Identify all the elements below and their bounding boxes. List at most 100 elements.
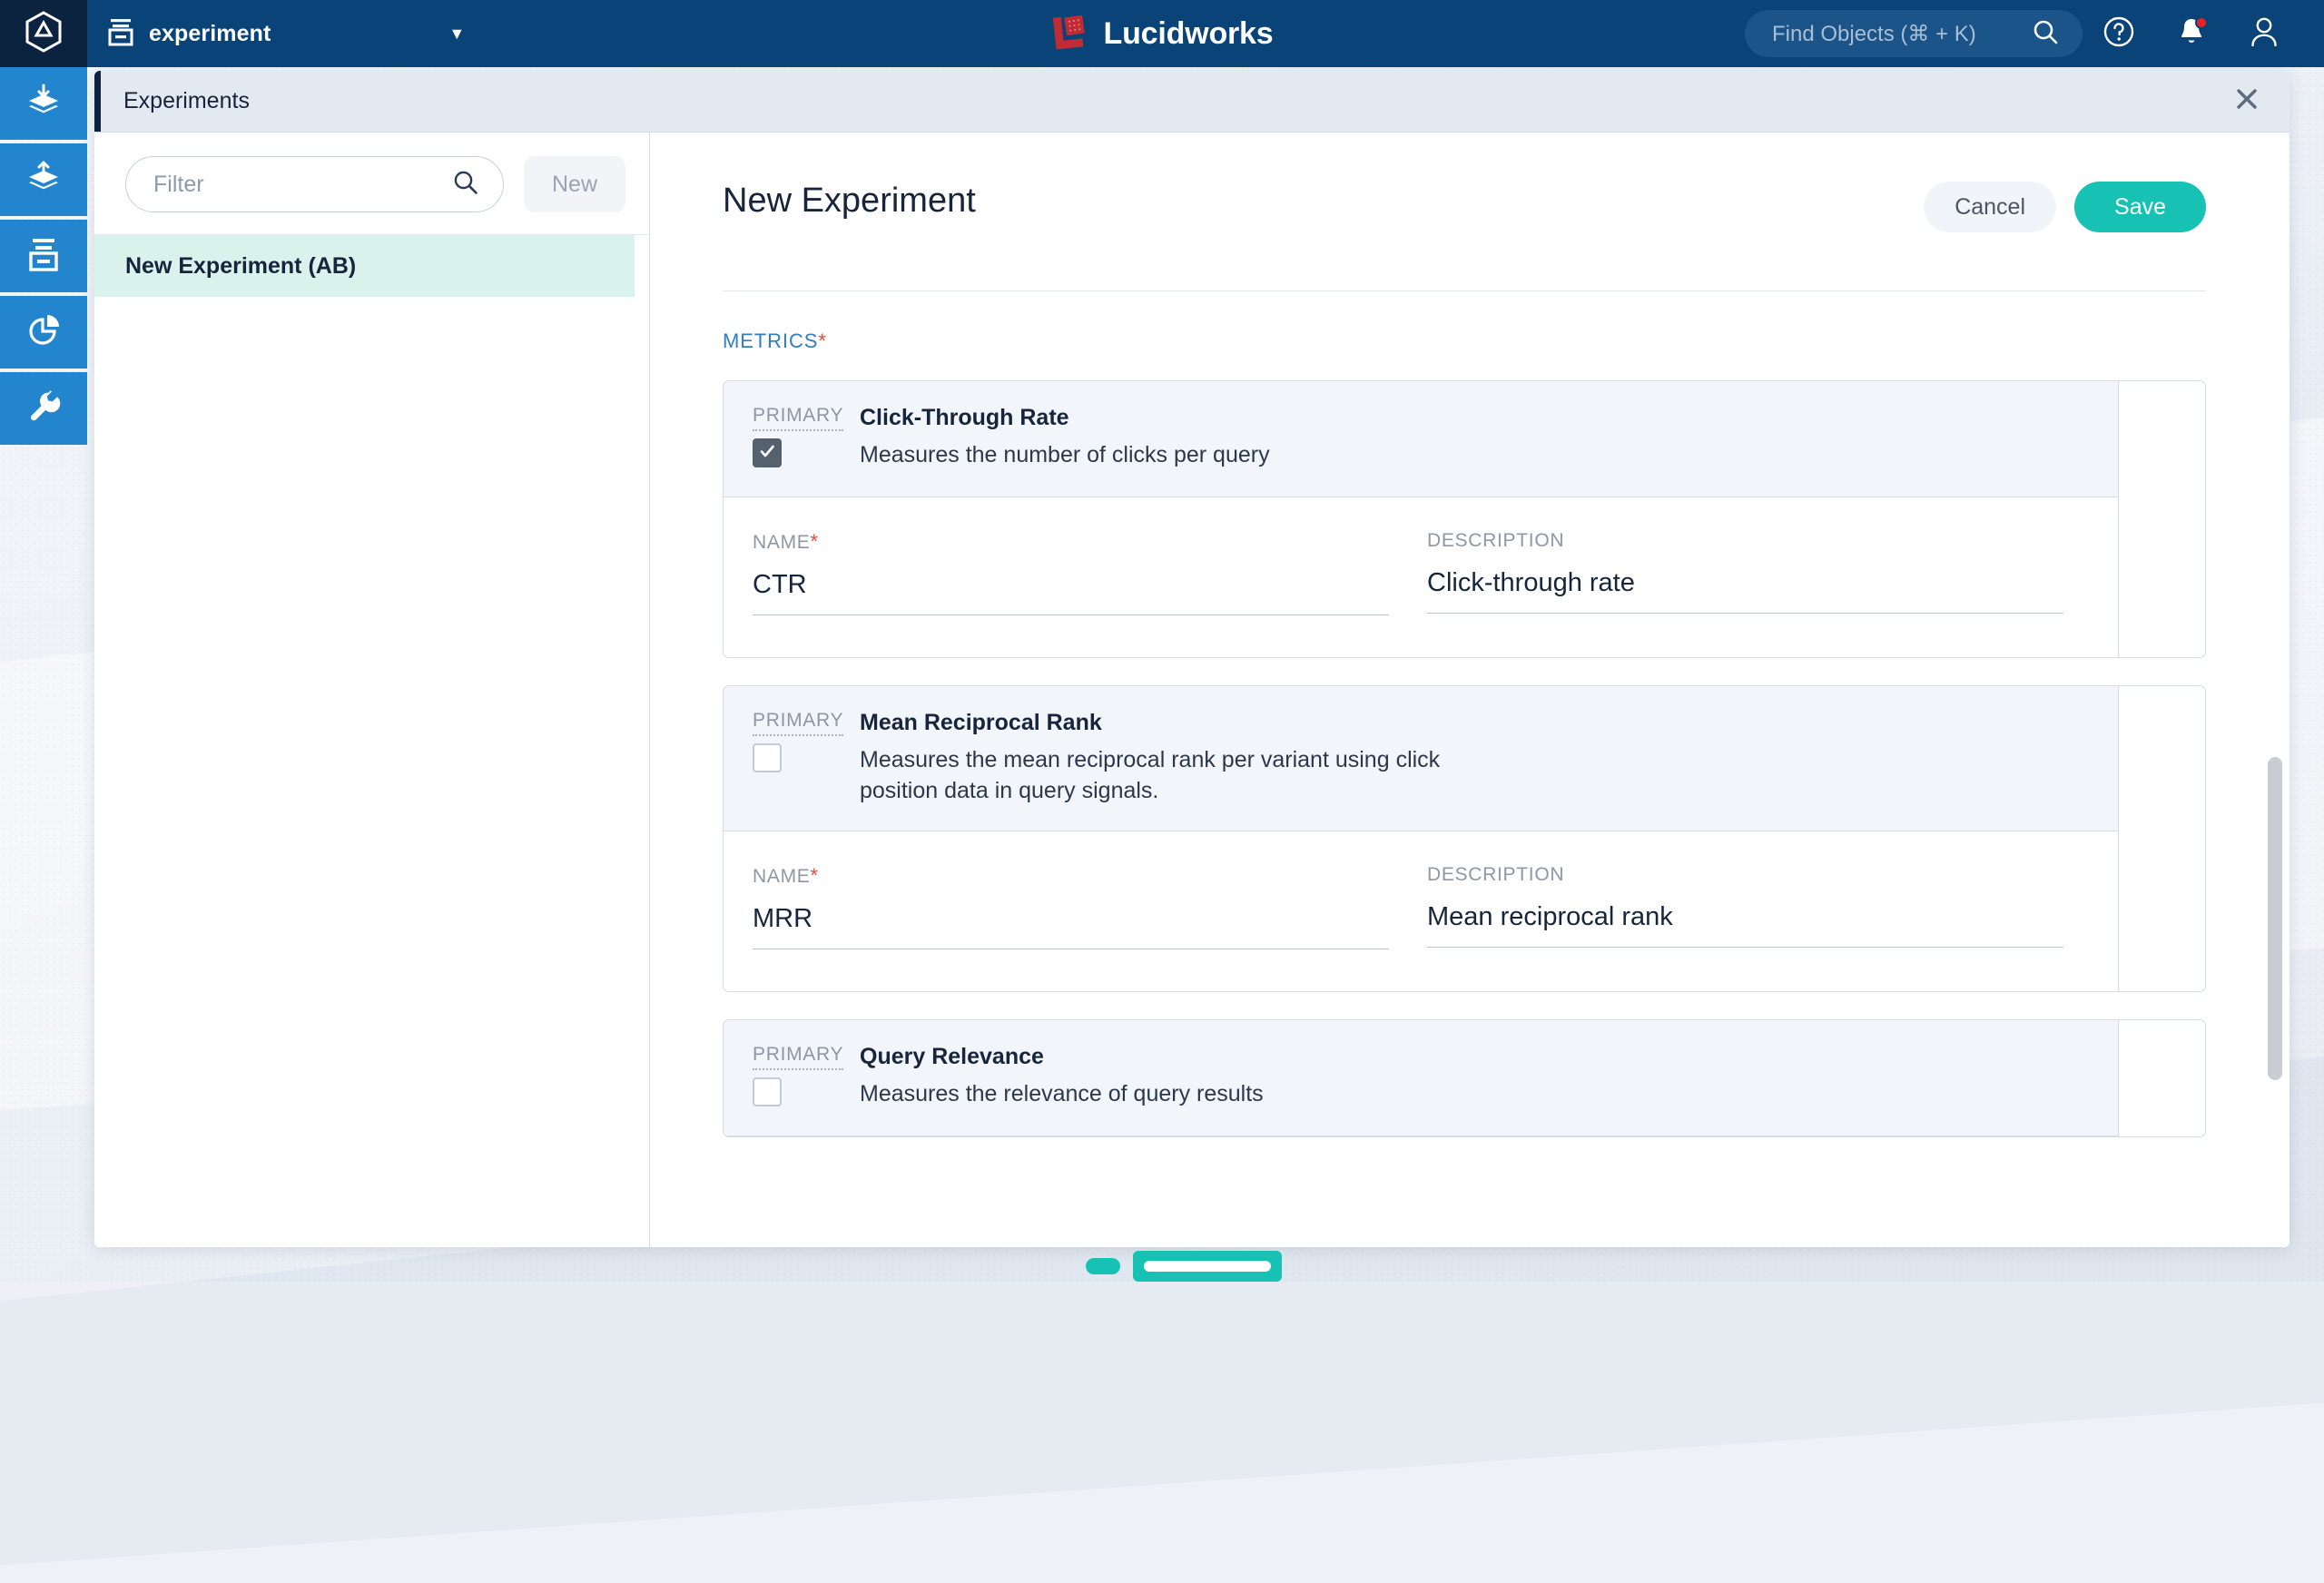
content-vertical-scrollbar[interactable] xyxy=(2268,133,2282,1247)
metric-card-side-actions[interactable] xyxy=(2118,381,2205,657)
experiment-form: New Experiment Cancel Save METRICS* xyxy=(650,133,2290,1137)
name-label: NAME* xyxy=(753,864,1389,888)
header-divider xyxy=(723,290,2206,291)
wrench-icon xyxy=(25,388,63,430)
metric-description: Measures the relevance of query results xyxy=(860,1079,1264,1110)
description-input[interactable]: Click-through rate xyxy=(1427,568,2063,614)
layers-upload-icon xyxy=(24,158,64,202)
floating-pill-button[interactable] xyxy=(1133,1251,1282,1282)
fusion-home-button[interactable] xyxy=(0,0,87,67)
metric-text-block: Click-Through Rate Measures the number o… xyxy=(849,405,1270,473)
notifications-button[interactable] xyxy=(2155,0,2228,67)
lucidworks-mark-icon xyxy=(1051,13,1089,55)
metric-title: Query Relevance xyxy=(860,1044,1264,1070)
check-icon xyxy=(758,442,776,465)
primary-checkbox[interactable] xyxy=(753,743,782,772)
primary-label: PRIMARY xyxy=(753,405,843,431)
modal-title: Experiments xyxy=(123,88,250,114)
metric-description-field: DESCRIPTION Mean reciprocal rank xyxy=(1427,864,2063,949)
metric-field-row: NAME* CTR DESCRIPTION Click-through rate xyxy=(724,497,2118,657)
name-label-text: NAME xyxy=(753,866,810,887)
primary-label: PRIMARY xyxy=(753,710,843,736)
help-circle-icon xyxy=(2102,15,2135,53)
primary-checkbox[interactable] xyxy=(753,1077,782,1106)
sidebar-item-querying[interactable] xyxy=(0,143,87,216)
form-actions: Cancel Save xyxy=(1924,182,2206,232)
user-avatar-icon xyxy=(2249,15,2280,53)
metric-name-field: NAME* CTR xyxy=(753,530,1389,615)
experiments-list: New Experiment (AB) xyxy=(94,235,649,1247)
cancel-button[interactable]: Cancel xyxy=(1924,182,2056,232)
close-button[interactable] xyxy=(2231,86,2262,117)
name-label: NAME* xyxy=(753,530,1389,554)
search-icon xyxy=(2032,18,2059,50)
modal-body: Filter New New Experiment (AB) xyxy=(94,133,2290,1247)
metric-field-row: NAME* MRR DESCRIPTION Mean reciprocal ra… xyxy=(724,831,2118,991)
metric-text-block: Mean Reciprocal Rank Measures the mean r… xyxy=(849,710,1495,807)
detail-header: New Experiment Cancel Save xyxy=(723,172,2206,232)
save-button[interactable]: Save xyxy=(2074,182,2206,232)
modal-header: Experiments xyxy=(94,71,2290,133)
description-label: DESCRIPTION xyxy=(1427,864,2063,886)
metric-description: Measures the mean reciprocal rank per va… xyxy=(860,745,1495,807)
description-label: DESCRIPTION xyxy=(1427,530,2063,552)
name-input[interactable]: MRR xyxy=(753,904,1389,949)
help-button[interactable] xyxy=(2083,0,2155,67)
metric-card-header: PRIMARY Mean Reciprocal Rank Measures th… xyxy=(724,686,2118,831)
notification-badge-dot xyxy=(2195,16,2208,29)
new-button-label: New xyxy=(552,172,597,198)
chevron-down-icon[interactable]: ▼ xyxy=(448,25,465,42)
metrics-section-label: METRICS* xyxy=(723,329,2206,353)
metric-title: Mean Reciprocal Rank xyxy=(860,710,1495,736)
top-navigation-bar: experiment ▼ Lucidworks Find Objects (⌘ … xyxy=(0,0,2324,67)
list-item[interactable]: New Experiment (AB) xyxy=(94,235,635,297)
required-asterisk: * xyxy=(818,329,826,352)
app-name-label: experiment xyxy=(149,21,271,47)
metric-description-field: DESCRIPTION Click-through rate xyxy=(1427,530,2063,615)
sidebar-item-indexing[interactable] xyxy=(0,67,87,140)
new-experiment-button[interactable]: New xyxy=(524,156,625,212)
metric-card: PRIMARY Mean Reciprocal Rank Measures th… xyxy=(723,685,2206,992)
sidebar-item-experiments[interactable] xyxy=(0,220,87,292)
metric-card-main: PRIMARY Query Relevance Measures the rel… xyxy=(724,1020,2118,1136)
list-toolbar: Filter New xyxy=(94,133,649,235)
find-objects-search[interactable]: Find Objects (⌘ + K) xyxy=(1745,10,2083,57)
name-label-text: NAME xyxy=(753,532,810,553)
primary-toggle-group: PRIMARY xyxy=(753,405,849,473)
bottom-floating-control[interactable] xyxy=(1086,1251,1282,1282)
required-asterisk: * xyxy=(810,530,818,553)
primary-toggle-group: PRIMARY xyxy=(753,710,849,807)
metric-card-side-actions[interactable] xyxy=(2118,1020,2205,1136)
experiment-detail-pane: New Experiment Cancel Save METRICS* xyxy=(650,133,2290,1247)
experiments-modal: Experiments Filter xyxy=(94,71,2290,1247)
metric-card-header: PRIMARY Click-Thr xyxy=(724,381,2118,497)
account-button[interactable] xyxy=(2228,0,2300,67)
description-input[interactable]: Mean reciprocal rank xyxy=(1427,902,2063,948)
filter-input[interactable]: Filter xyxy=(125,156,504,212)
sidebar-item-tools[interactable] xyxy=(0,372,87,445)
metric-description: Measures the number of clicks per query xyxy=(860,440,1270,471)
scrollbar-thumb[interactable] xyxy=(2268,757,2282,1080)
name-input[interactable]: CTR xyxy=(753,570,1389,615)
primary-toggle-group: PRIMARY xyxy=(753,1044,849,1112)
primary-label: PRIMARY xyxy=(753,1044,843,1070)
floating-pill-inner xyxy=(1144,1261,1271,1272)
sidebar-item-analytics[interactable] xyxy=(0,296,87,369)
metric-text-block: Query Relevance Measures the relevance o… xyxy=(849,1044,1264,1112)
primary-navigation-rail xyxy=(0,67,87,1282)
floating-chip[interactable] xyxy=(1086,1258,1120,1274)
metric-card-side-actions[interactable] xyxy=(2118,686,2205,991)
app-switcher[interactable]: experiment ▼ xyxy=(87,0,465,67)
primary-checkbox[interactable] xyxy=(753,438,782,467)
find-objects-placeholder: Find Objects (⌘ + K) xyxy=(1772,21,1976,47)
archive-box-icon xyxy=(107,17,134,51)
metric-name-field: NAME* MRR xyxy=(753,864,1389,949)
experiments-list-pane: Filter New New Experiment (AB) xyxy=(94,133,650,1247)
fusion-hexagon-logo-icon xyxy=(25,11,63,57)
search-icon xyxy=(452,169,479,201)
filter-placeholder: Filter xyxy=(153,172,204,198)
metric-card-main: PRIMARY Click-Thr xyxy=(724,381,2118,657)
page-title: New Experiment xyxy=(723,182,976,221)
brand-name-label: Lucidworks xyxy=(1104,16,1274,52)
metric-card-main: PRIMARY Mean Reciprocal Rank Measures th… xyxy=(724,686,2118,991)
